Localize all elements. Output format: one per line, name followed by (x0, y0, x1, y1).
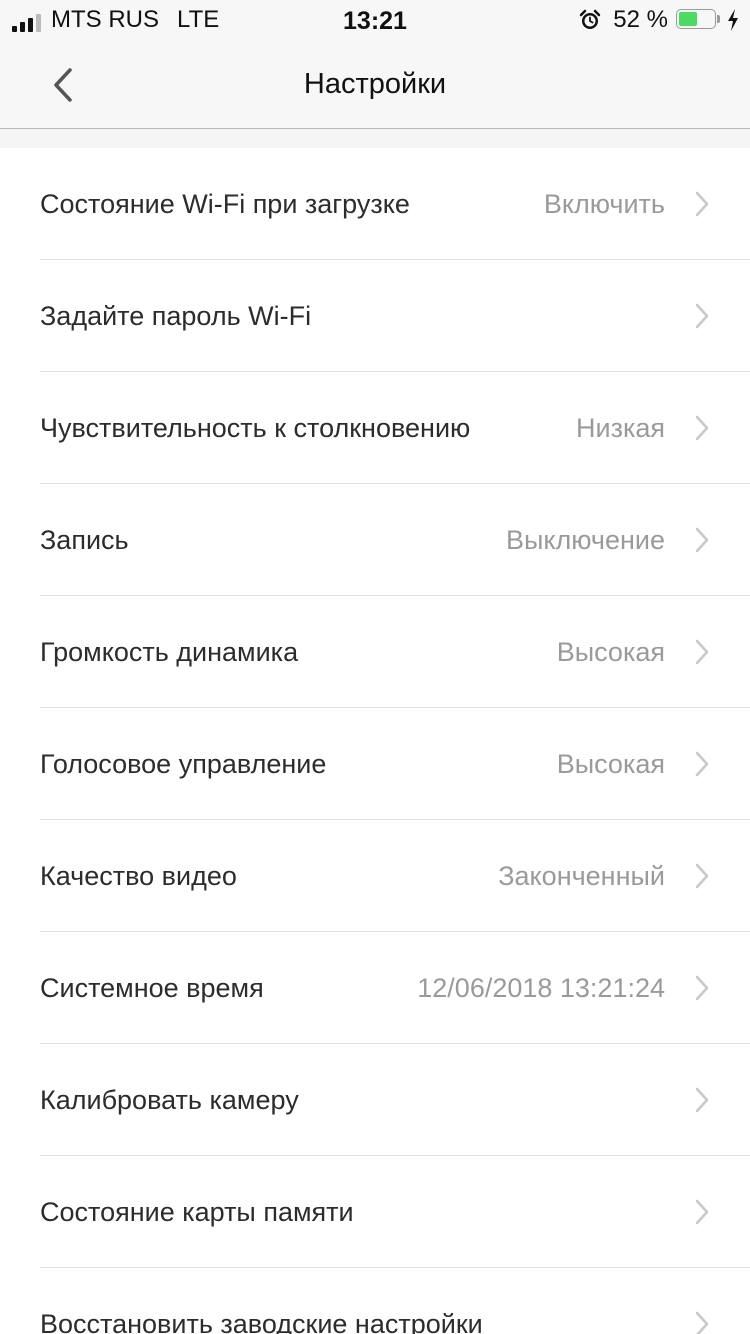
chevron-right-icon (695, 527, 709, 553)
setting-value: Выключение (505, 525, 665, 555)
settings-row[interactable]: Голосовое управление Высокая (40, 708, 750, 820)
setting-label: Состояние карты памяти (40, 1197, 354, 1227)
chevron-right-icon (695, 415, 709, 441)
chevron-right-icon (695, 863, 709, 889)
settings-row[interactable]: Калибровать камеру (40, 1044, 750, 1156)
settings-row[interactable]: Запись Выключение (40, 484, 750, 596)
chevron-right-icon (695, 975, 709, 1001)
settings-screen: MTS RUS LTE 13:21 52 % Настройки Состоян… (0, 0, 750, 1334)
battery-percent: 52 % (613, 6, 668, 33)
chevron-right-icon (695, 1087, 709, 1113)
setting-label: Качество видео (40, 861, 237, 891)
setting-value: Включить (543, 189, 665, 219)
settings-row[interactable]: Качество видео Законченный (40, 820, 750, 932)
setting-value: Высокая (556, 637, 665, 667)
settings-row[interactable]: Состояние Wi-Fi при загрузке Включить (40, 148, 750, 260)
setting-label: Запись (40, 525, 129, 555)
setting-label: Чувствительность к столкновению (40, 413, 471, 443)
settings-row[interactable]: Задайте пароль Wi-Fi (40, 260, 750, 372)
settings-row[interactable]: Восстановить заводские настройки (40, 1268, 750, 1334)
settings-row[interactable]: Чувствительность к столкновению Низкая (40, 372, 750, 484)
chevron-left-icon (54, 68, 72, 102)
chevron-right-icon (695, 303, 709, 329)
setting-label: Задайте пароль Wi-Fi (40, 301, 312, 331)
setting-label: Системное время (40, 973, 264, 1003)
battery-icon (676, 9, 722, 31)
status-bar: MTS RUS LTE 13:21 52 % (0, 0, 750, 40)
setting-value: Законченный (498, 861, 665, 891)
setting-value: 12/06/2018 13:21:24 (417, 973, 665, 1003)
alarm-icon (580, 9, 601, 29)
settings-row[interactable]: Системное время 12/06/2018 13:21:24 (40, 932, 750, 1044)
chevron-right-icon (695, 1199, 709, 1225)
section-gap (0, 129, 750, 148)
setting-label: Громкость динамика (40, 637, 299, 667)
settings-row[interactable]: Громкость динамика Высокая (40, 596, 750, 708)
charging-icon (728, 9, 738, 31)
settings-list: Состояние Wi-Fi при загрузке Включить Зада… (0, 148, 750, 1334)
navigation-bar: Настройки (0, 40, 750, 129)
chevron-right-icon (695, 1311, 709, 1334)
status-right: 52 % (579, 7, 740, 33)
back-button[interactable] (36, 58, 90, 112)
setting-value: Высокая (556, 749, 665, 779)
chevron-right-icon (695, 751, 709, 777)
chevron-right-icon (695, 639, 709, 665)
page-title: Настройки (303, 68, 447, 100)
battery-fill (679, 12, 697, 26)
settings-row[interactable]: Состояние карты памяти (40, 1156, 750, 1268)
setting-label: Калибровать камеру (40, 1085, 299, 1115)
setting-label: Восстановить заводские настройки (40, 1309, 483, 1334)
setting-value: Низкая (575, 413, 665, 443)
setting-label: Голосовое управление (40, 749, 327, 779)
setting-label: Состояние Wi-Fi при загрузке (40, 189, 410, 219)
chevron-right-icon (695, 191, 709, 217)
